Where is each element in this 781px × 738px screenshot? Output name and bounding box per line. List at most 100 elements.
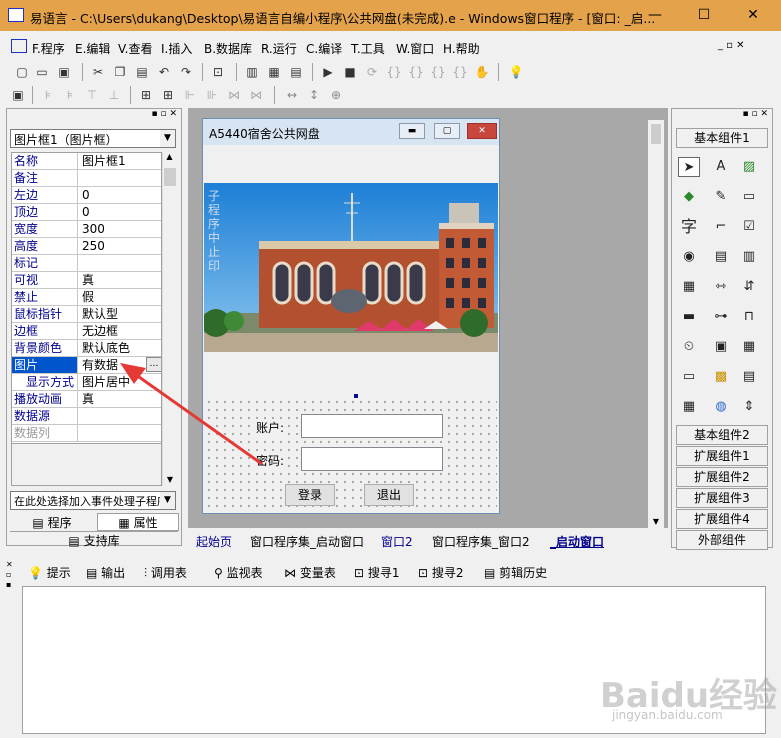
- menu-help[interactable]: H.帮助: [443, 40, 480, 57]
- spin-icon[interactable]: ⇕: [738, 397, 760, 417]
- space-icon[interactable]: ⋈: [226, 87, 242, 103]
- scroll-down-icon[interactable]: ▼: [163, 475, 177, 484]
- undo-icon[interactable]: ↶: [156, 64, 172, 80]
- align-top-icon[interactable]: ⊤: [84, 87, 100, 103]
- paste-icon[interactable]: ▤: [134, 64, 150, 80]
- picture-box[interactable]: 子程序中止印: [204, 183, 498, 352]
- new-file-icon[interactable]: ▢: [14, 64, 30, 80]
- panel-controls[interactable]: ▪ ▫ ✕: [7, 109, 181, 123]
- layout3-icon[interactable]: ▤: [288, 64, 304, 80]
- property-row[interactable]: 标记: [12, 255, 163, 272]
- bottom-panel-controls[interactable]: ✕ ▫ ▪: [6, 560, 16, 590]
- radio-icon[interactable]: ◉: [678, 247, 700, 267]
- menu-insert[interactable]: I.插入: [161, 40, 192, 57]
- menu-view[interactable]: V.查看: [118, 40, 152, 57]
- tab-icon[interactable]: ⊓: [738, 307, 760, 327]
- picture-icon[interactable]: ▨: [738, 157, 760, 177]
- menu-tools[interactable]: T.工具: [351, 40, 385, 57]
- progress-icon[interactable]: ▬: [678, 307, 700, 327]
- property-value[interactable]: 0: [79, 187, 163, 203]
- draw-icon[interactable]: ✎: [710, 187, 732, 207]
- space-v-icon[interactable]: ⊪: [204, 87, 220, 103]
- property-value[interactable]: 假: [79, 289, 163, 305]
- doc-icon[interactable]: ▤: [738, 367, 760, 387]
- property-value[interactable]: 真: [79, 272, 163, 288]
- property-row[interactable]: 备注: [12, 170, 163, 187]
- bmp-icon[interactable]: ▩: [710, 367, 732, 387]
- grid-icon[interactable]: ▦: [678, 277, 700, 297]
- stop-icon[interactable]: ■: [342, 64, 358, 80]
- text-icon[interactable]: 字: [678, 217, 700, 237]
- object-selector[interactable]: 图片框1（图片框） ▼: [10, 129, 176, 148]
- tab-output[interactable]: ▤ 输出: [86, 564, 125, 581]
- property-value[interactable]: 250: [79, 238, 163, 254]
- tab-clip-history[interactable]: ▤ 剪辑历史: [484, 564, 547, 581]
- property-row[interactable]: 鼠标指针 默认型: [12, 306, 163, 323]
- event-selector[interactable]: 在此处选择加入事件处理子程序 ▼: [10, 491, 176, 510]
- account-input[interactable]: [301, 414, 443, 438]
- property-value[interactable]: 图片居中: [79, 374, 163, 390]
- calendar-icon[interactable]: ▦: [678, 397, 700, 417]
- space-h-icon[interactable]: ⊩: [182, 87, 198, 103]
- property-row[interactable]: 宽度 300: [12, 221, 163, 238]
- tab-watch[interactable]: ⚲ 监视表: [214, 564, 263, 581]
- menu-program[interactable]: F.程序: [32, 40, 65, 57]
- property-value[interactable]: 默认型: [79, 306, 163, 322]
- tab-support-library[interactable]: ▤ 支持库: [10, 531, 178, 548]
- tab-search2[interactable]: ⊡ 搜寻2: [418, 564, 464, 581]
- form-close-button[interactable]: ✕: [467, 123, 497, 139]
- breakpoint-icon[interactable]: {}: [452, 64, 468, 80]
- tab-program[interactable]: ▤ 程序: [10, 514, 94, 530]
- property-row[interactable]: 边框 无边框: [12, 323, 163, 340]
- login-button[interactable]: 登录: [285, 484, 335, 506]
- edit-icon[interactable]: ▭: [738, 187, 760, 207]
- form-maximize-button[interactable]: ▢: [434, 123, 460, 139]
- ext-components-4[interactable]: 扩展组件4: [676, 509, 768, 529]
- dialog-icon[interactable]: ▣: [710, 337, 732, 357]
- table-icon[interactable]: ▦: [738, 337, 760, 357]
- password-input[interactable]: [301, 447, 443, 471]
- maximize-button[interactable]: ☐: [681, 0, 727, 30]
- basic-components-2[interactable]: 基本组件2: [676, 425, 768, 445]
- design-scrollbar[interactable]: ▼: [648, 120, 664, 528]
- same-height-icon[interactable]: ↕: [306, 87, 322, 103]
- menu-window[interactable]: W.窗口: [396, 40, 434, 57]
- run-icon[interactable]: ▶: [320, 64, 336, 80]
- same-size-icon[interactable]: ⊕: [328, 87, 344, 103]
- tab-property[interactable]: ▦ 属性: [97, 513, 179, 531]
- button-icon[interactable]: ▭: [678, 367, 700, 387]
- same-width-icon[interactable]: ↔: [284, 87, 300, 103]
- scroll-up-icon[interactable]: ▲: [163, 152, 176, 161]
- property-row[interactable]: 顶边 0: [12, 204, 163, 221]
- network-icon[interactable]: ◍: [710, 397, 732, 417]
- form-minimize-button[interactable]: ▬: [399, 123, 425, 139]
- step-icon[interactable]: ⟳: [364, 64, 380, 80]
- external-components[interactable]: 外部组件: [676, 530, 768, 550]
- list-icon[interactable]: ▤: [710, 247, 732, 267]
- align-bottom-icon[interactable]: ⊥: [106, 87, 122, 103]
- tab-startup-window[interactable]: _启动窗口: [550, 533, 604, 550]
- property-row[interactable]: 图片 有数据…: [12, 357, 163, 374]
- center-h-icon[interactable]: ⊞: [138, 87, 154, 103]
- property-row[interactable]: 显示方式 图片居中: [12, 374, 163, 391]
- property-row[interactable]: 名称 图片框1: [12, 153, 163, 170]
- property-row[interactable]: 数据源: [12, 408, 163, 425]
- hand-icon[interactable]: ✋: [474, 64, 490, 80]
- mdi-minimize-button[interactable]: _ ▫ ✕: [718, 40, 745, 51]
- label-icon[interactable]: A: [710, 157, 732, 177]
- step-over-icon[interactable]: {}: [408, 64, 424, 80]
- step-out-icon[interactable]: {}: [430, 64, 446, 80]
- slider-icon[interactable]: ⊶: [710, 307, 732, 327]
- space2-icon[interactable]: ⋈: [248, 87, 264, 103]
- property-value[interactable]: [79, 170, 163, 186]
- close-button[interactable]: ✕: [730, 0, 776, 30]
- ext-components-2[interactable]: 扩展组件2: [676, 467, 768, 487]
- menu-database[interactable]: B.数据库: [204, 40, 252, 57]
- property-value[interactable]: [79, 408, 163, 424]
- property-value[interactable]: [79, 255, 163, 271]
- combo-icon[interactable]: ▥: [738, 247, 760, 267]
- shape-icon[interactable]: ◆: [678, 187, 700, 207]
- timer-icon[interactable]: ⏲: [678, 337, 700, 357]
- tab-start-page[interactable]: 起始页: [196, 533, 232, 550]
- align-right-icon[interactable]: ⊧: [62, 87, 78, 103]
